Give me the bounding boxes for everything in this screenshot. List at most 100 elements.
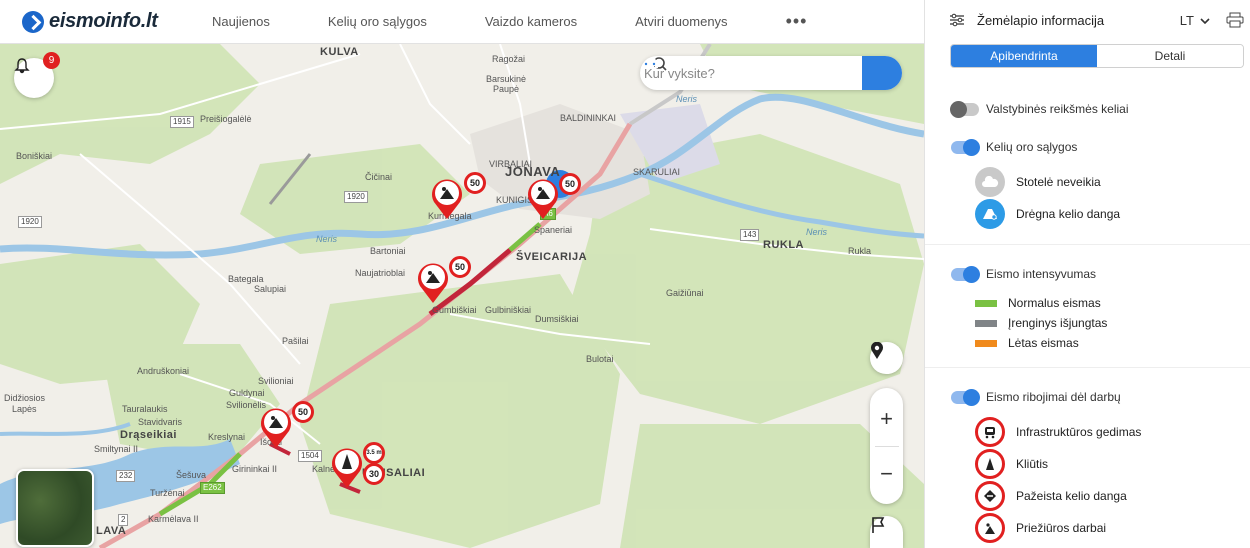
route-search	[640, 56, 902, 90]
map-label: Pašilai	[282, 336, 309, 346]
map-base	[0, 44, 924, 548]
satellite-layer-toggle[interactable]	[16, 469, 94, 547]
map-label: Neris	[806, 227, 828, 237]
map-label: Boniškiai	[16, 151, 53, 161]
damaged-pavement-icon	[975, 481, 1005, 511]
bell-icon	[14, 58, 30, 74]
tab-detailed[interactable]: Detali	[1097, 45, 1243, 67]
road-number: 1504	[298, 450, 322, 462]
road-weather-toggle[interactable]	[951, 138, 980, 156]
map-label: Lapės	[12, 404, 37, 414]
map-label: Spaneriai	[534, 225, 573, 235]
map-label: Barsukinė	[486, 74, 527, 84]
roadworks-toggle[interactable]	[951, 388, 980, 406]
road-number: 2	[118, 514, 129, 526]
roadwork-pin-icon	[432, 179, 462, 219]
map-label: Stavidvaris	[138, 417, 183, 427]
legend-label: Kliūtis	[1016, 457, 1049, 471]
map-label: Turžėnai	[150, 488, 185, 498]
legend-item: Pažeista kelio danga	[951, 480, 1250, 512]
nav-item-road-weather[interactable]: Kelių oro sąlygos	[328, 14, 427, 29]
roadworks-row: Eismo ribojimai dėl darbų	[951, 378, 1250, 416]
map-info-panel: Žemėlapio informacija LT Apibendrinta De…	[924, 0, 1250, 548]
roadworks-label: Eismo ribojimai dėl darbų	[986, 390, 1121, 404]
legend-item: Kliūtis	[951, 448, 1250, 480]
report-button[interactable]	[870, 516, 903, 548]
flag-icon	[872, 517, 885, 533]
panel-header: Žemėlapio informacija LT	[925, 0, 1250, 40]
nav-item-open-data[interactable]: Atviri duomenys	[635, 14, 727, 29]
section-state-roads: Valstybinės reikšmės keliai	[925, 90, 1250, 128]
cloud-icon	[975, 167, 1005, 197]
legend-item: Lėtas eismas	[951, 333, 1250, 353]
nav-item-cameras[interactable]: Vaizdo kameros	[485, 14, 577, 29]
speed-limit-sign[interactable]: 50	[449, 256, 471, 278]
nav-item-news[interactable]: Naujienos	[212, 14, 270, 29]
road-weather-row: Kelių oro sąlygos	[951, 128, 1250, 166]
state-roads-toggle[interactable]	[950, 100, 979, 118]
map-label: Kreslynai	[208, 432, 246, 442]
more-icon[interactable]: •••	[786, 11, 808, 32]
legend-label: Pažeista kelio danga	[1016, 489, 1127, 503]
map-label: Preišiogalėlė	[200, 114, 252, 124]
map-label: Čičinai	[365, 172, 393, 182]
map-label: Salupiai	[254, 284, 287, 294]
map-label: Girininkai II	[232, 464, 278, 474]
section-road-weather: Kelių oro sąlygos Stotelė neveikia Drėgn…	[925, 128, 1250, 245]
map-label: RUKLA	[763, 239, 804, 251]
traffic-toggle[interactable]	[951, 265, 980, 283]
chevron-down-icon	[1200, 17, 1210, 24]
logo-icon	[22, 10, 44, 33]
language-select[interactable]: LT	[1180, 13, 1210, 28]
route-button[interactable]	[642, 56, 902, 90]
map-label: ŠVEICARIJA	[516, 251, 588, 263]
printer-icon[interactable]	[1226, 12, 1244, 28]
logo[interactable]: eismoinfo.lt	[22, 10, 212, 33]
map-label: Svilioniai	[258, 376, 294, 386]
speed-limit-sign[interactable]: 50	[464, 172, 486, 194]
legend-label: Drėgna kelio danga	[1016, 207, 1121, 221]
map-label: Bategala	[228, 274, 264, 284]
legend-label: Priežiūros darbai	[1016, 521, 1107, 535]
map-label: Rukla	[848, 246, 872, 256]
view-mode-tabs: Apibendrinta Detali	[950, 44, 1244, 68]
speed-limit-sign[interactable]: 30	[363, 463, 385, 485]
filter-sliders-icon[interactable]	[949, 13, 965, 27]
speed-limit-sign[interactable]: 50	[559, 173, 581, 195]
legend-item: Normalus eismas	[951, 293, 1250, 313]
zoom-in-button[interactable]: +	[870, 392, 903, 446]
tab-summary[interactable]: Apibendrinta	[951, 45, 1097, 67]
locate-button[interactable]	[870, 342, 903, 374]
map-label: Šešuva	[176, 470, 207, 480]
slow-traffic-swatch	[975, 339, 997, 347]
legend-label: Stotelė neveikia	[1016, 175, 1101, 189]
map-label: Didžiosios	[4, 393, 46, 403]
legend-label: Lėtas eismas	[1008, 336, 1079, 350]
map-label: Bulotai	[586, 354, 614, 364]
speed-limit-sign[interactable]: 50	[292, 401, 314, 423]
roadwork-pin-icon	[261, 408, 291, 448]
height-limit-sign[interactable]: 3.5 m	[363, 442, 385, 464]
search-input[interactable]	[640, 65, 862, 81]
maintenance-works-icon	[975, 513, 1005, 543]
legend-item: Įrenginys išjungtas	[951, 313, 1250, 333]
notification-count-badge: 9	[43, 52, 60, 69]
map-label: Paupė	[493, 84, 520, 94]
map-canvas[interactable]: KULVA Ragožai Barsukinė Paupė BALDININKA…	[0, 44, 924, 548]
logo-text: eismoinfo.lt	[49, 10, 158, 32]
notifications-button[interactable]: 9	[14, 52, 60, 98]
main-nav: Naujienos Kelių oro sąlygos Vaizdo kamer…	[212, 11, 807, 32]
legend-item: Drėgna kelio danga	[951, 198, 1250, 230]
language-value: LT	[1179, 13, 1194, 28]
zoom-out-button[interactable]: −	[870, 447, 903, 501]
map-label: SKARULIAI	[633, 167, 681, 177]
legend-item: Stotelė neveikia	[951, 166, 1250, 198]
car-icon	[642, 58, 658, 68]
map-label: Naujatrioblai	[355, 268, 406, 278]
device-off-swatch	[975, 319, 997, 327]
legend-item: Infrastruktūros gedimas	[951, 416, 1250, 448]
map-label: Smiltynai II	[94, 444, 139, 454]
map-label: Gumbiškiai	[432, 305, 477, 315]
map-label: Tauralaukis	[122, 404, 168, 414]
map-label: Dumsiškiai	[535, 314, 579, 324]
